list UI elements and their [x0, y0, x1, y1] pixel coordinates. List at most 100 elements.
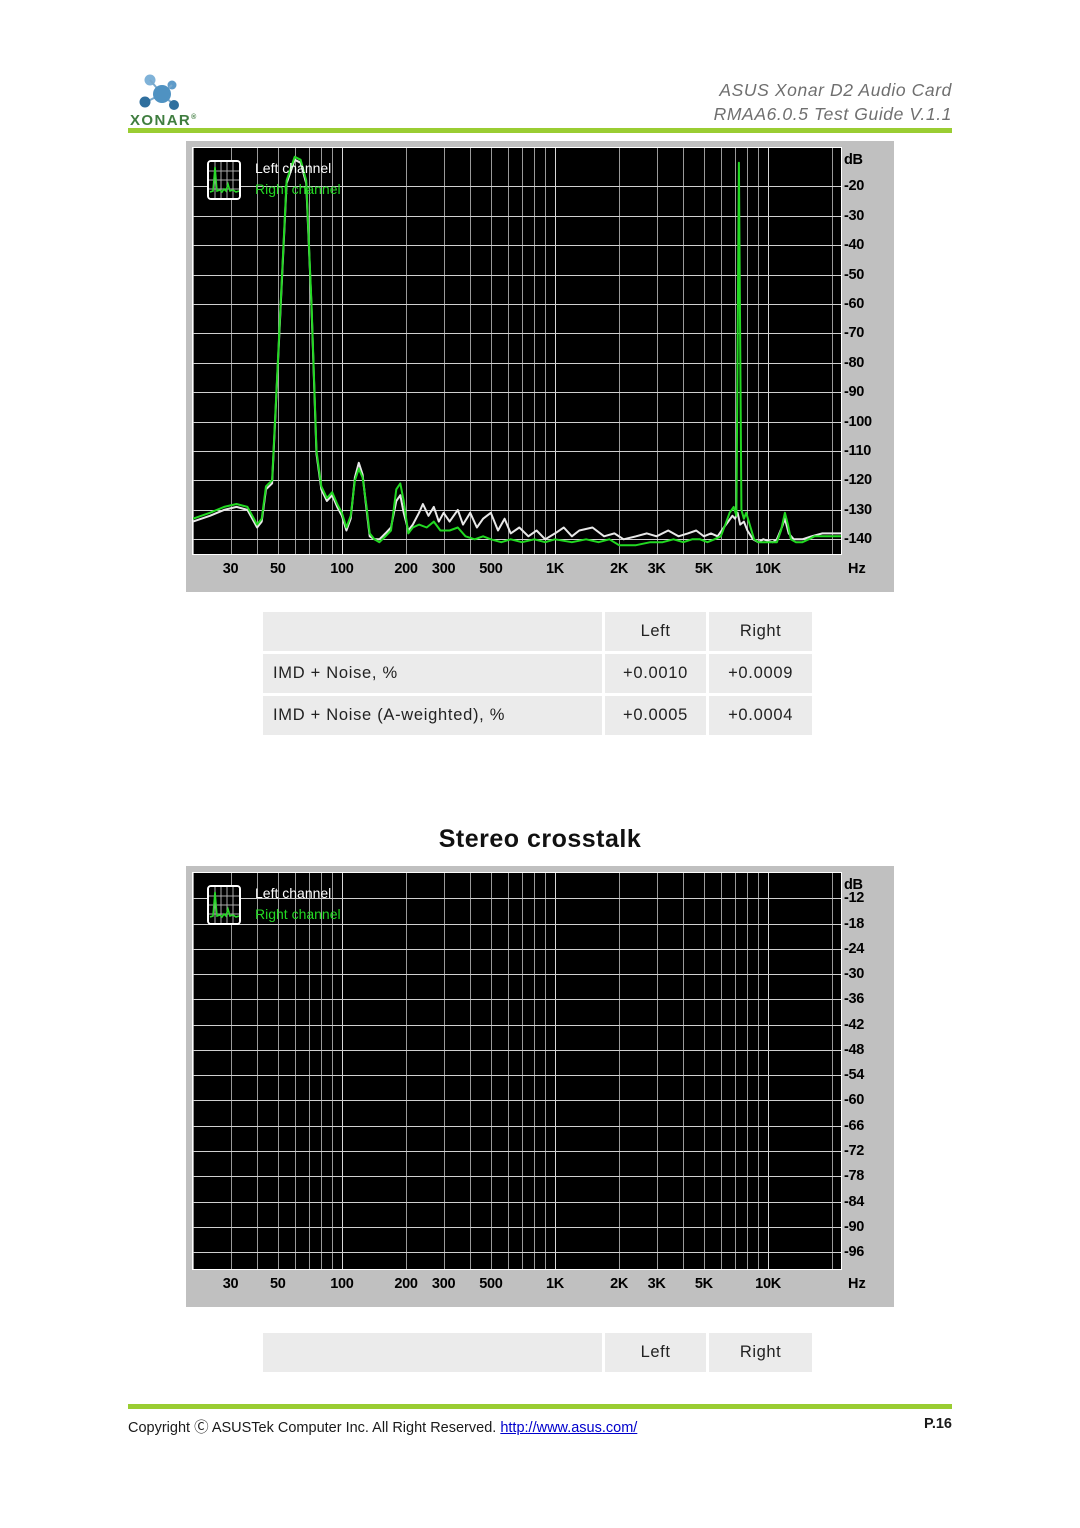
chart2-x-tick: 200 [394, 1276, 418, 1292]
chart1-x-axis-unit: Hz [848, 561, 866, 577]
column-header-right: Right [706, 612, 812, 653]
legend-label-left-channel: Left channel [255, 160, 332, 176]
chart2-y-tick: -24 [844, 940, 865, 957]
trace-right-channel [193, 155, 841, 547]
header-title-line2: RMAA6.0.5 Test Guide V.1.1 [713, 104, 952, 124]
column-header-left: Left [601, 1333, 708, 1372]
chart1-y-tick: -40 [844, 237, 865, 254]
table-header-row: Left Right [263, 612, 812, 653]
chart1-x-tick: 2K [610, 561, 629, 577]
stereo-crosstalk-table: Left Right [263, 1333, 812, 1372]
legend-label-right-channel: Right channel [255, 181, 341, 197]
xonar-logo: XONAR® [128, 72, 224, 132]
trace-left-channel [193, 158, 841, 544]
chart2-x-tick: 300 [431, 1276, 456, 1292]
column-header-metric [263, 612, 604, 653]
chart1-grid [193, 148, 841, 554]
chart2-x-tick: 2K [610, 1276, 629, 1292]
chart2-plot-area: Left channel Right channel [192, 872, 842, 1270]
chart2-x-tick: 100 [330, 1276, 354, 1292]
page-number: P.16 [924, 1416, 952, 1432]
chart2-y-tick: -60 [844, 1092, 865, 1109]
chart2-x-tick: 1K [546, 1276, 564, 1292]
chart1-y-tick: -20 [844, 178, 865, 195]
chart2-y-tick: -48 [844, 1041, 865, 1058]
document-page: XONAR® ASUS Xonar D2 Audio Card RMAA6.0.… [0, 0, 1080, 1528]
chart1-y-axis: dB -20 -30 -40 -50 -60 -70 -80 -90 -100 -110 -120 -1… [842, 141, 888, 592]
table-row: IMD + Noise, % +0.0010 +0.0009 [263, 651, 812, 695]
chart2-y-tick: -18 [844, 915, 865, 932]
chart2-y-tick: -90 [844, 1218, 865, 1235]
chart2-y-tick: -66 [844, 1117, 865, 1134]
stereo-crosstalk-chart[interactable]: Left channel Right channel dB -12 -18 -24 -30-… [186, 866, 894, 1307]
chart2-grid [193, 873, 841, 1269]
xonar-wordmark: XONAR® [130, 112, 198, 129]
chart2-y-tick: -96 [844, 1244, 865, 1261]
chart2-x-axis: 30 50 100 200 300 500 1K 2K 3K 5K 10K Hz [186, 1270, 894, 1301]
chart1-x-tick: 100 [330, 561, 354, 577]
cell-metric-label: IMD + Noise (A-weighted), % [263, 693, 604, 735]
chart1-y-tick: -130 [844, 501, 872, 518]
legend-label-left-channel: Left channel [255, 885, 332, 901]
chart1-y-tick: -70 [844, 325, 865, 342]
chart1-y-tick: -120 [844, 472, 872, 489]
page-title-stereo-crosstalk: Stereo crosstalk [438, 825, 642, 853]
chart2-y-tick: -72 [844, 1143, 865, 1160]
chart1-x-tick: 30 [222, 561, 239, 577]
spectrum-thumbnail-icon[interactable] [207, 885, 241, 925]
chart2-x-tick: 5K [694, 1276, 713, 1292]
chart1-x-tick: 300 [431, 561, 456, 577]
chart2-y-tick: -36 [844, 991, 865, 1008]
chart2-y-axis: dB -12 -18 -24 -30 -36 -42 -48 -54 -60 -66 -72 -78 -8… [842, 866, 888, 1307]
chart1-x-tick: 200 [394, 561, 418, 577]
chart2-y-tick: -84 [844, 1193, 865, 1210]
column-header-right: Right [706, 1333, 812, 1372]
chart1-x-tick: 5K [694, 561, 713, 577]
chart1-plot-area: Left channel Right channel [192, 147, 842, 555]
chart1-y-tick: -140 [844, 531, 872, 548]
copyright-notice: Copyright Ⓒ ASUSTek Computer Inc. All Ri… [128, 1416, 637, 1437]
chart1-y-axis-unit: dB [844, 152, 863, 168]
page-footer: Copyright Ⓒ ASUSTek Computer Inc. All Ri… [128, 1416, 952, 1440]
header-titles: ASUS Xonar D2 Audio Card RMAA6.0.5 Test … [714, 78, 952, 126]
cell-value-right: +0.0004 [706, 693, 812, 735]
chart1-x-axis: 30 50 100 200 300 500 1K 2K 3K 5K 10K Hz [186, 555, 894, 586]
imd-spectrum-chart[interactable]: Left channel Right channel dB -20 -30 -40 -50 -… [186, 141, 894, 592]
chart1-y-tick: -100 [844, 413, 872, 430]
chart2-x-tick: 3K [647, 1276, 666, 1292]
chart2-x-axis-unit: Hz [848, 1276, 866, 1292]
chart2-x-tick: 50 [270, 1276, 286, 1292]
table-row: IMD + Noise (A-weighted), % +0.0005 +0.000… [263, 693, 812, 735]
chart1-y-tick: -80 [844, 354, 865, 371]
chart1-y-tick: -90 [844, 384, 865, 401]
table-header-row: Left Right [263, 1333, 812, 1372]
chart1-x-tick: 500 [479, 561, 503, 577]
chart1-x-tick: 10K [755, 561, 781, 577]
registered-trademark-icon: ® [191, 114, 198, 121]
chart2-y-tick: -30 [844, 966, 865, 983]
header-divider [128, 128, 952, 133]
page-header: XONAR® ASUS Xonar D2 Audio Card RMAA6.0.… [128, 72, 952, 134]
spectrum-thumbnail-icon[interactable] [207, 160, 241, 200]
chart2-x-tick: 30 [222, 1276, 239, 1292]
chart1-y-tick: -30 [844, 207, 865, 224]
legend-label-right-channel: Right channel [255, 906, 341, 922]
copyright-text: Copyright Ⓒ ASUSTek Computer Inc. All Ri… [128, 1420, 501, 1436]
chart1-y-tick: -50 [844, 266, 865, 283]
chart2-x-tick: 500 [479, 1276, 503, 1292]
footer-divider [128, 1404, 952, 1409]
asus-website-link[interactable]: http://www.asus.com/ [500, 1420, 637, 1436]
xonar-molecule-icon [139, 74, 179, 110]
chart1-x-tick: 3K [647, 561, 666, 577]
cell-value-left: +0.0010 [601, 651, 708, 695]
imd-noise-table: Left Right IMD + Noise, % +0.0010 +0.0009 IMD… [263, 612, 812, 735]
cell-value-left: +0.0005 [601, 693, 708, 735]
column-header-left: Left [601, 612, 708, 653]
chart1-x-tick: 50 [270, 561, 286, 577]
chart2-x-tick: 10K [755, 1276, 781, 1292]
stereo-crosstalk-results-table: Left Right [263, 1333, 812, 1372]
cell-metric-label: IMD + Noise, % [263, 651, 604, 695]
chart2-y-tick: -12 [844, 890, 865, 907]
cell-value-right: +0.0009 [706, 651, 812, 695]
chart2-y-tick: -78 [844, 1168, 865, 1185]
